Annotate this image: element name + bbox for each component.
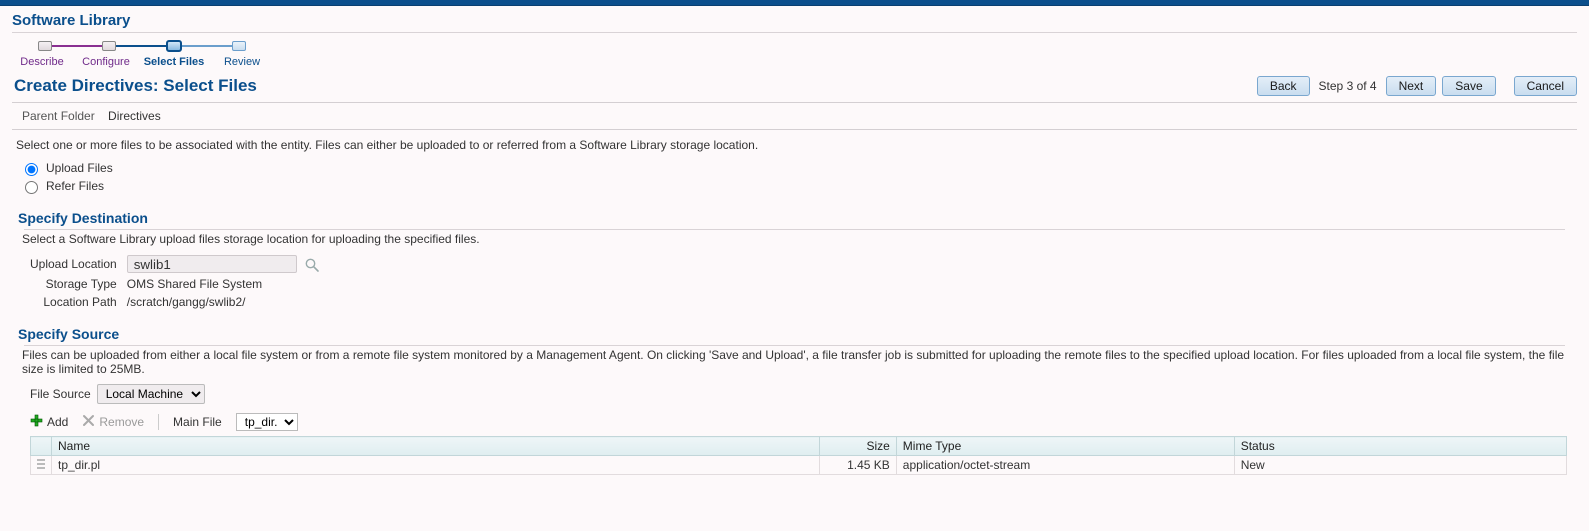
train-connector xyxy=(182,45,232,47)
size-column-header[interactable]: Size xyxy=(820,437,897,456)
train-step-review[interactable]: Review xyxy=(210,53,274,68)
back-button[interactable]: Back xyxy=(1257,76,1310,96)
file-mime-cell: application/octet-stream xyxy=(896,456,1234,475)
status-column-header[interactable]: Status xyxy=(1234,437,1566,456)
refer-files-radio[interactable]: Refer Files xyxy=(20,178,1577,194)
add-button[interactable]: Add xyxy=(30,414,68,430)
location-path-label: Location Path xyxy=(26,294,121,310)
refer-files-radio-input[interactable] xyxy=(25,181,38,194)
wizard-train: Describe Configure Select Files Review xyxy=(0,33,1589,68)
save-button[interactable]: Save xyxy=(1442,76,1495,96)
file-mode-radio-group: Upload Files Refer Files xyxy=(12,160,1577,206)
next-button[interactable]: Next xyxy=(1386,76,1437,96)
cancel-button[interactable]: Cancel xyxy=(1514,76,1577,96)
refer-files-radio-label: Refer Files xyxy=(46,179,104,193)
toolbar-separator xyxy=(158,414,159,430)
search-icon[interactable] xyxy=(300,258,320,272)
mime-column-header[interactable]: Mime Type xyxy=(896,437,1234,456)
file-name-cell: tp_dir.pl xyxy=(52,456,820,475)
file-toolbar: Add Remove Main File tp_dir.pl xyxy=(12,410,1577,434)
app-title: Software Library xyxy=(0,6,1589,32)
handle-column-header xyxy=(31,437,52,456)
plus-icon xyxy=(30,414,43,430)
page-instruction: Select one or more files to be associate… xyxy=(12,138,1577,160)
files-table: Name Size Mime Type Status tp_dir.pl 1.4… xyxy=(30,436,1567,475)
train-step-describe[interactable]: Describe xyxy=(10,53,74,68)
page-heading: Create Directives: Select Files xyxy=(14,76,257,96)
parent-folder-row: Parent Folder Directives xyxy=(12,102,1577,130)
upload-files-radio-label: Upload Files xyxy=(46,161,113,175)
train-node-describe[interactable] xyxy=(38,41,52,51)
location-path-value: /scratch/gangg/swlib2/ xyxy=(123,294,324,310)
train-step-configure[interactable]: Configure xyxy=(74,53,138,68)
storage-type-label: Storage Type xyxy=(26,276,121,292)
remove-button[interactable]: Remove xyxy=(82,414,144,430)
parent-folder-value: Directives xyxy=(108,109,161,123)
storage-type-value: OMS Shared File System xyxy=(123,276,324,292)
remove-label: Remove xyxy=(99,415,144,429)
remove-icon xyxy=(82,414,95,430)
upload-location-input[interactable] xyxy=(127,255,297,273)
step-indicator: Step 3 of 4 xyxy=(1316,79,1380,93)
upload-location-label: Upload Location xyxy=(26,254,121,274)
train-node-review[interactable] xyxy=(232,41,246,51)
row-handle[interactable] xyxy=(31,456,52,475)
source-instruction: Files can be uploaded from either a loca… xyxy=(12,346,1577,382)
specify-source-title: Specify Source xyxy=(12,322,1577,345)
button-bar: Back Step 3 of 4 Next Save Cancel xyxy=(1257,76,1577,96)
table-row[interactable]: tp_dir.pl 1.45 KB application/octet-stre… xyxy=(31,456,1567,475)
add-label: Add xyxy=(47,415,68,429)
train-node-select-files[interactable] xyxy=(166,40,182,52)
destination-instruction: Select a Software Library upload files s… xyxy=(12,230,1577,252)
train-node-configure[interactable] xyxy=(102,41,116,51)
main-file-label: Main File xyxy=(173,415,222,429)
parent-folder-label: Parent Folder xyxy=(22,109,95,123)
train-step-select-files[interactable]: Select Files xyxy=(138,53,210,68)
specify-destination-title: Specify Destination xyxy=(12,206,1577,229)
file-source-select[interactable]: Local Machine xyxy=(97,384,205,404)
train-connector xyxy=(52,45,102,47)
destination-form: Upload Location Storage Type OMS Shared … xyxy=(24,252,326,312)
file-source-label: File Source xyxy=(30,387,91,401)
main-file-select[interactable]: tp_dir.pl xyxy=(236,413,298,431)
upload-files-radio[interactable]: Upload Files xyxy=(20,160,1577,176)
upload-files-radio-input[interactable] xyxy=(25,163,38,176)
train-connector xyxy=(116,45,166,47)
file-size-cell: 1.45 KB xyxy=(820,456,897,475)
file-status-cell: New xyxy=(1234,456,1566,475)
name-column-header[interactable]: Name xyxy=(52,437,820,456)
